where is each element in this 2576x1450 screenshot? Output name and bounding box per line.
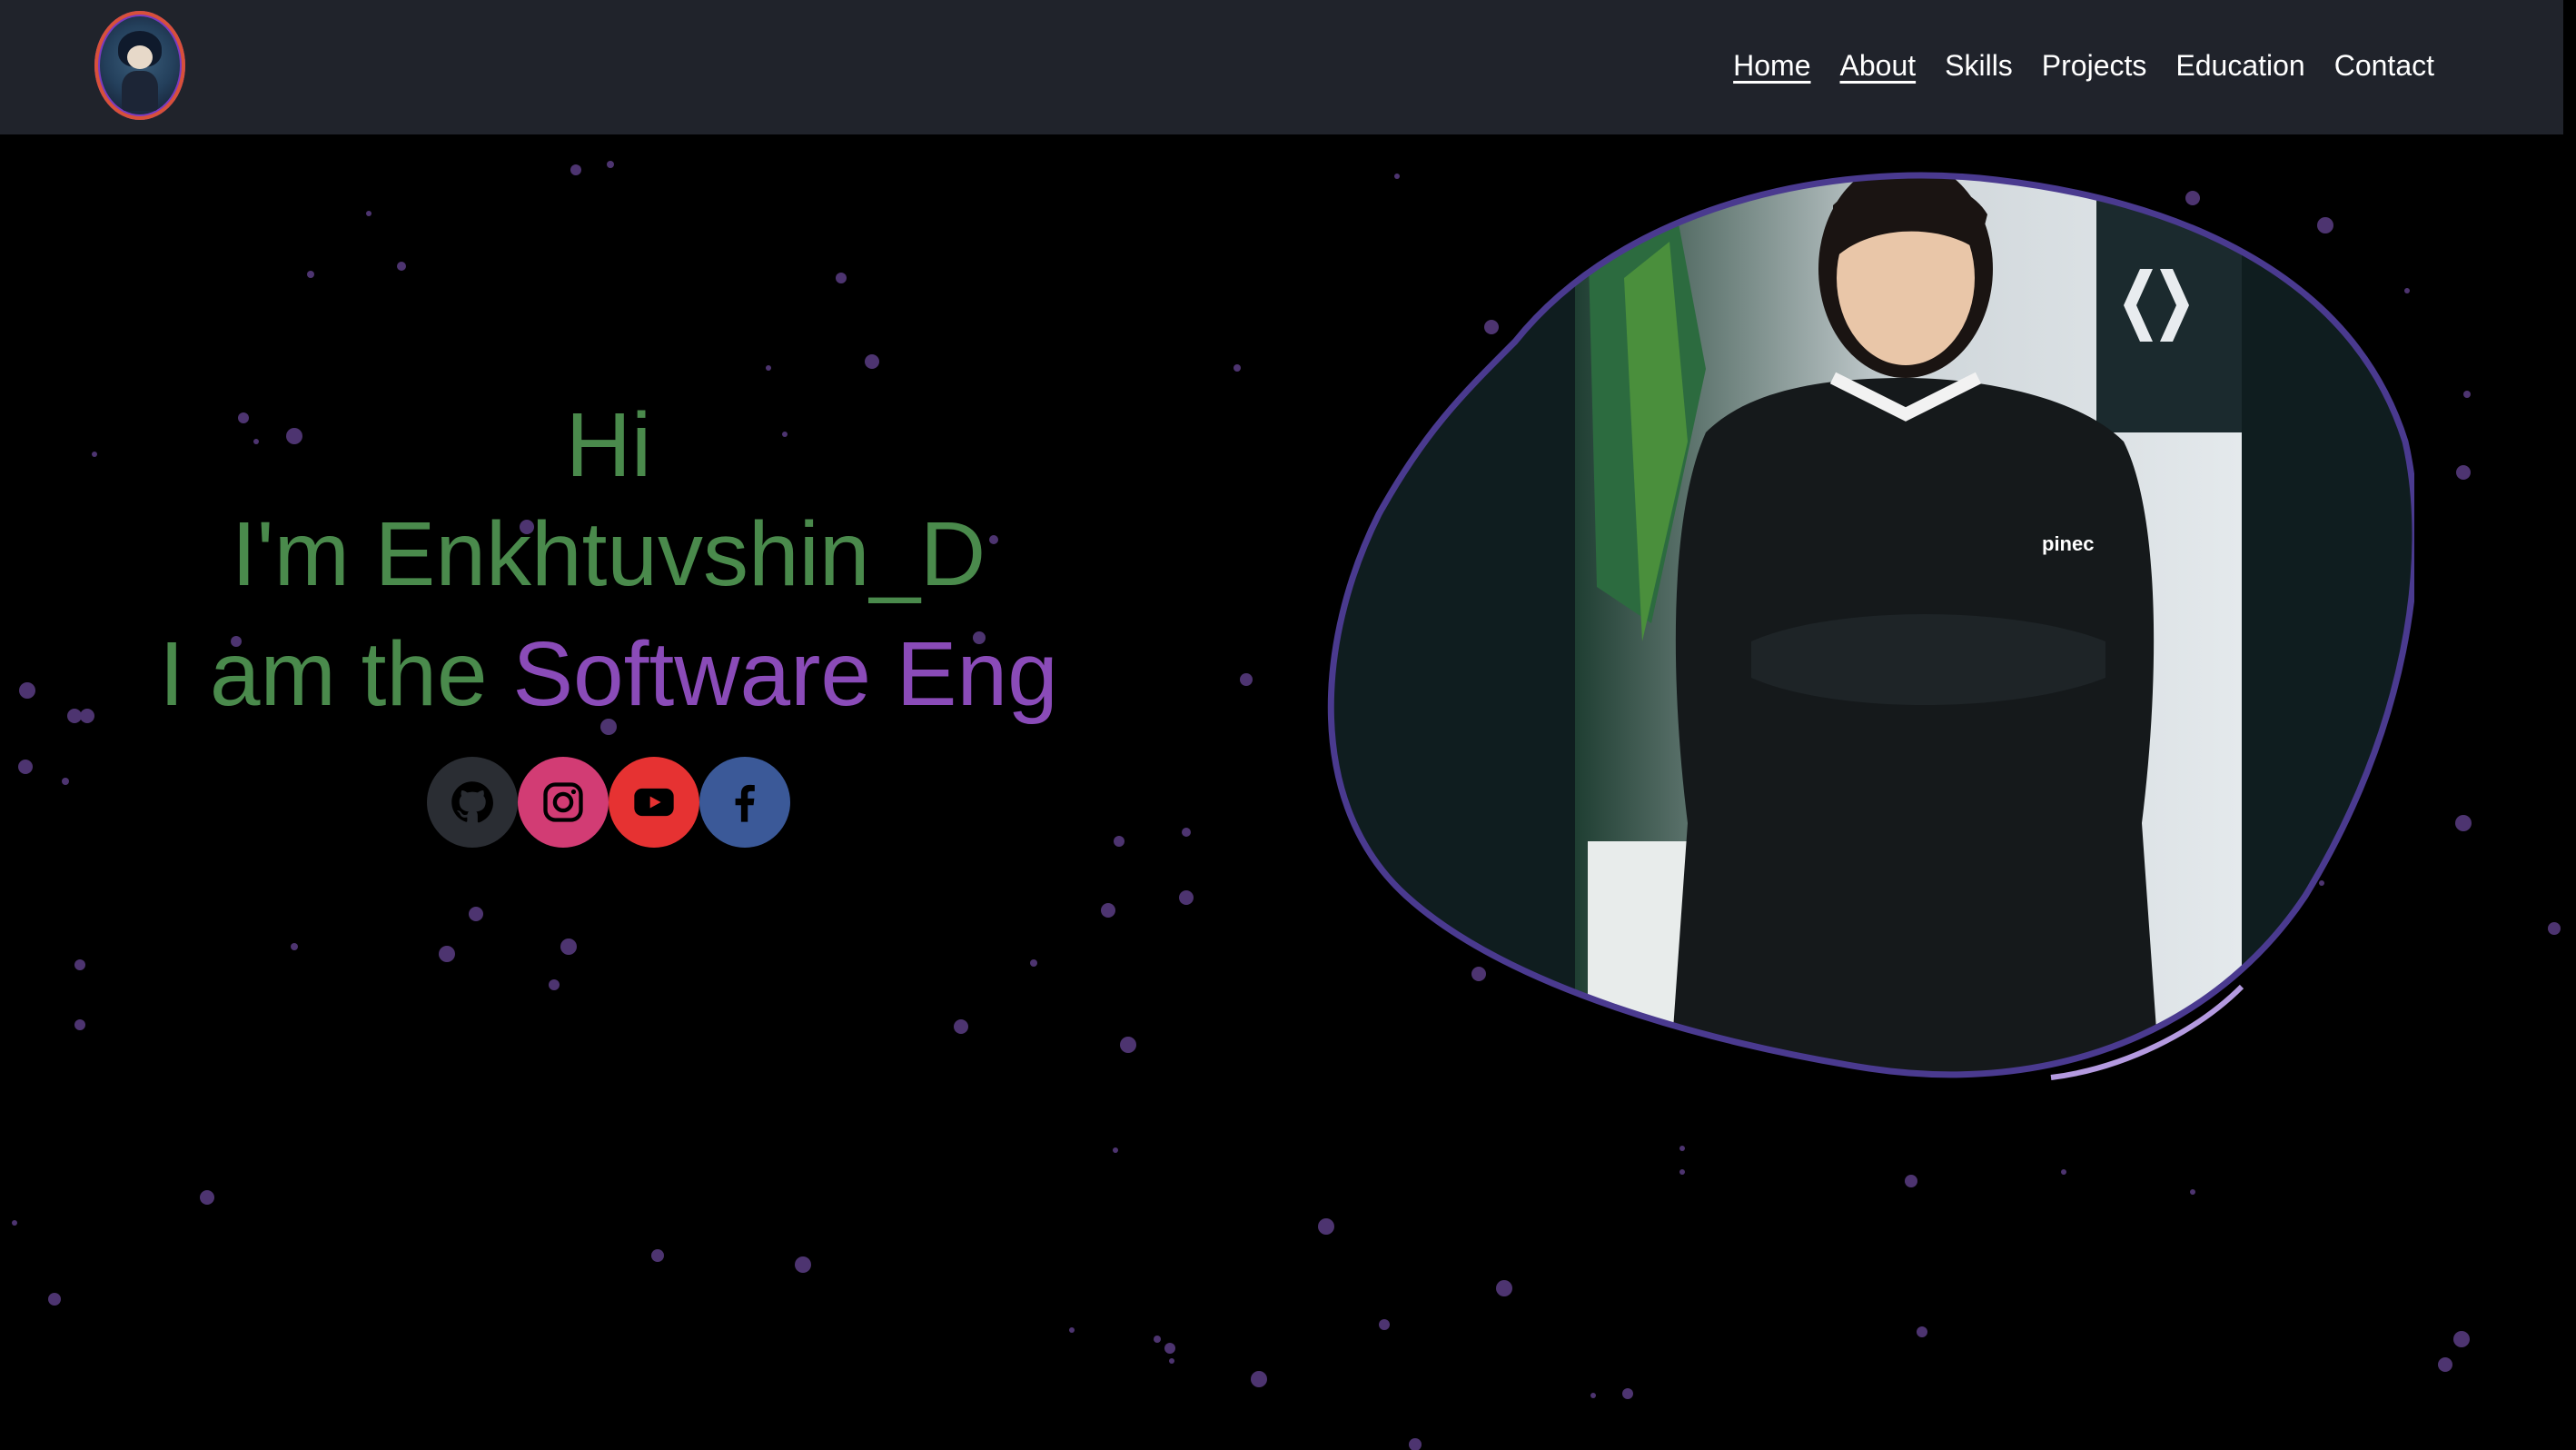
facebook-button[interactable] [699, 757, 790, 848]
nav-link-education[interactable]: Education [2175, 47, 2304, 84]
nav-link-home[interactable]: Home [1733, 47, 1810, 84]
nav-links: Home About Skills Projects Education Con… [1733, 47, 2434, 84]
youtube-button[interactable] [609, 757, 699, 848]
hero-role-prefix: I am the [159, 623, 513, 725]
hero-intro: I'm Enkhtuvshin_D [231, 503, 986, 605]
hero-role: I am the Software Eng [0, 620, 1217, 729]
avatar-face [127, 45, 153, 69]
youtube-icon [634, 788, 674, 817]
github-button[interactable] [427, 757, 518, 848]
nav-link-about[interactable]: About [1840, 47, 1917, 84]
profile-photo: pinec [1331, 175, 2414, 1075]
navbar: Home About Skills Projects Education Con… [0, 0, 2563, 134]
avatar-logo[interactable] [94, 11, 185, 120]
hero-section: Hi I'm Enkhtuvshin_D I am the Software E… [0, 391, 1217, 729]
nav-link-skills[interactable]: Skills [1945, 47, 2013, 84]
instagram-icon [543, 782, 583, 822]
facebook-icon [735, 784, 755, 822]
github-icon [451, 781, 493, 823]
hero-role-typed: Software Eng [512, 623, 1058, 725]
social-links [427, 757, 790, 848]
portfolio-page: Home About Skills Projects Education Con… [0, 0, 2576, 1450]
hoodie-logo-text: pinec [2042, 532, 2094, 555]
profile-photo-blob: pinec [1327, 172, 2414, 1080]
nav-link-contact[interactable]: Contact [2334, 47, 2434, 84]
avatar-body [122, 71, 158, 111]
nav-link-projects[interactable]: Projects [2042, 47, 2147, 84]
hero-greeting: Hi [565, 394, 652, 496]
instagram-button[interactable] [518, 757, 609, 848]
